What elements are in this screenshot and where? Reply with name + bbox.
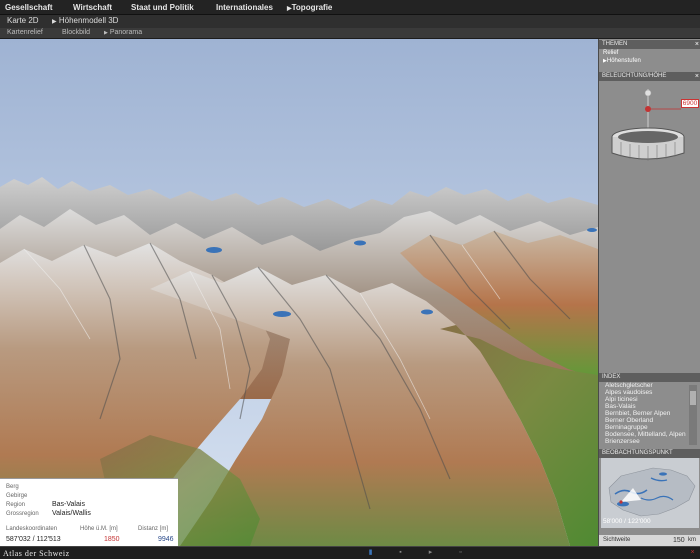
info-icon[interactable]: ▮: [366, 549, 375, 557]
label-distance: Distanz [m]: [138, 526, 169, 532]
index-item[interactable]: Alpi ticinesi: [605, 396, 638, 403]
sub-nav: Karte 2D ▶ Höhenmodell 3D: [0, 15, 700, 28]
lake: [587, 228, 597, 232]
mode-panorama-label: Panorama: [109, 29, 143, 36]
mode-panorama[interactable]: ▶ Panorama: [104, 29, 142, 36]
sidebar: THEMEN × Relief ▶Höhenstufen BELEUCHTUNG…: [598, 39, 700, 546]
location-info-panel: Berg Gebirge Region Bas-Valais Grossregi…: [0, 478, 178, 546]
lake: [206, 247, 222, 253]
index-item[interactable]: Aletschgletscher: [605, 382, 653, 389]
theme-hoehenstufen[interactable]: ▶Höhenstufen: [603, 58, 641, 64]
index-item[interactable]: Berninagruppe: [605, 424, 648, 431]
tab-hoehenmodell-3d-label: Höhenmodell 3D: [58, 16, 119, 25]
lake: [421, 309, 433, 315]
section-themen-header: THEMEN ×: [599, 40, 700, 49]
section-beleuchtung-header: BELEUCHTUNG/HÖHE ×: [599, 72, 700, 81]
triangle-right-icon: ▶: [52, 19, 57, 25]
status-bar: Atlas der Schweiz ▮ ▪ ▸ ▫ ×: [0, 546, 700, 559]
label-coords: Landeskoordinaten: [6, 526, 58, 532]
height-value-box[interactable]: 6900: [681, 99, 699, 108]
label-height: Höhe ü.M. [m]: [80, 526, 118, 532]
section-index-title: INDEX: [602, 374, 621, 380]
help-icon[interactable]: ▸: [426, 549, 435, 557]
scale-value: 150: [673, 537, 685, 544]
height-handle[interactable]: [645, 106, 651, 112]
triangle-right-icon: ▶: [104, 30, 108, 36]
section-themen-title: THEMEN: [602, 41, 628, 47]
mode-kartenrelief[interactable]: Kartenrelief: [7, 29, 43, 36]
index-item[interactable]: Alpes vaudoises: [605, 389, 652, 396]
section-beleuchtung-title: BELEUCHTUNG/HÖHE: [602, 73, 667, 79]
brand-logo: Atlas der Schweiz: [3, 549, 70, 558]
section-beobachtung-header: BEOBACHTUNGSPUNKT: [599, 449, 700, 458]
nav-gesellschaft[interactable]: Gesellschaft: [5, 3, 53, 12]
value-height: 1850: [104, 536, 120, 543]
section-beobachtung-title: BEOBACHTUNGSPUNKT: [602, 450, 673, 456]
nav-internationales[interactable]: Internationales: [216, 3, 273, 12]
theme-relief[interactable]: Relief: [603, 50, 618, 56]
value-distance: 9946: [158, 536, 174, 543]
index-item[interactable]: Brienzersee: [605, 438, 640, 445]
index-scrollbar[interactable]: [689, 385, 697, 445]
label-berg: Berg: [6, 484, 19, 490]
scale-unit: km: [688, 537, 696, 543]
value-coords: 587'032 / 112'513: [6, 536, 61, 543]
print-icon[interactable]: ▪: [396, 549, 405, 557]
nav-staat-und-politik[interactable]: Staat und Politik: [131, 3, 194, 12]
index-item[interactable]: Bernbiet, Berner Alpen: [605, 410, 670, 417]
nav-wirtschaft[interactable]: Wirtschaft: [73, 3, 112, 12]
nav-topografie[interactable]: ▶Topografie: [287, 3, 332, 12]
close-icon[interactable]: ×: [695, 72, 699, 81]
tab-hoehenmodell-3d[interactable]: ▶ Höhenmodell 3D: [52, 16, 118, 25]
nav-topografie-label: Topografie: [291, 3, 333, 12]
scale-label: Sichtweite: [603, 537, 631, 543]
theme-hoehenstufen-label: Höhenstufen: [606, 58, 641, 64]
observer-marker[interactable]: [619, 500, 623, 504]
observer-coords: 58'000 / 122'000: [603, 518, 651, 525]
lake: [273, 311, 291, 317]
label-gebirge: Gebirge: [6, 493, 28, 499]
tab-karte-2d[interactable]: Karte 2D: [7, 16, 39, 25]
lake: [354, 240, 366, 246]
terrain-panorama[interactable]: [0, 39, 598, 546]
close-icon[interactable]: ×: [695, 40, 699, 49]
value-grossregion: Valais/Wallis: [52, 510, 91, 517]
section-index-header: INDEX: [599, 373, 700, 382]
terrain-viewport[interactable]: Berg Gebirge Region Bas-Valais Grossregi…: [0, 39, 598, 546]
index-item[interactable]: Bodensee, Mittelland, Alpen: [605, 431, 686, 438]
scroll-thumb[interactable]: [690, 391, 696, 405]
close-icon[interactable]: ×: [688, 549, 697, 557]
label-grossregion: Grossregion: [6, 511, 39, 517]
zoom-icon[interactable]: ▫: [456, 549, 465, 557]
mode-blockbild[interactable]: Blockbild: [62, 29, 90, 36]
index-item[interactable]: Bas-Valais: [605, 403, 636, 410]
value-region: Bas-Valais: [52, 501, 85, 508]
label-region: Region: [6, 502, 26, 508]
mode-nav: Kartenrelief Blockbild ▶ Panorama: [0, 28, 700, 39]
top-nav: Gesellschaft Wirtschaft Staat und Politi…: [0, 0, 700, 15]
scale-bar: Sichtweite 150 km: [599, 535, 700, 546]
index-item[interactable]: Berner Oberland: [605, 417, 653, 424]
